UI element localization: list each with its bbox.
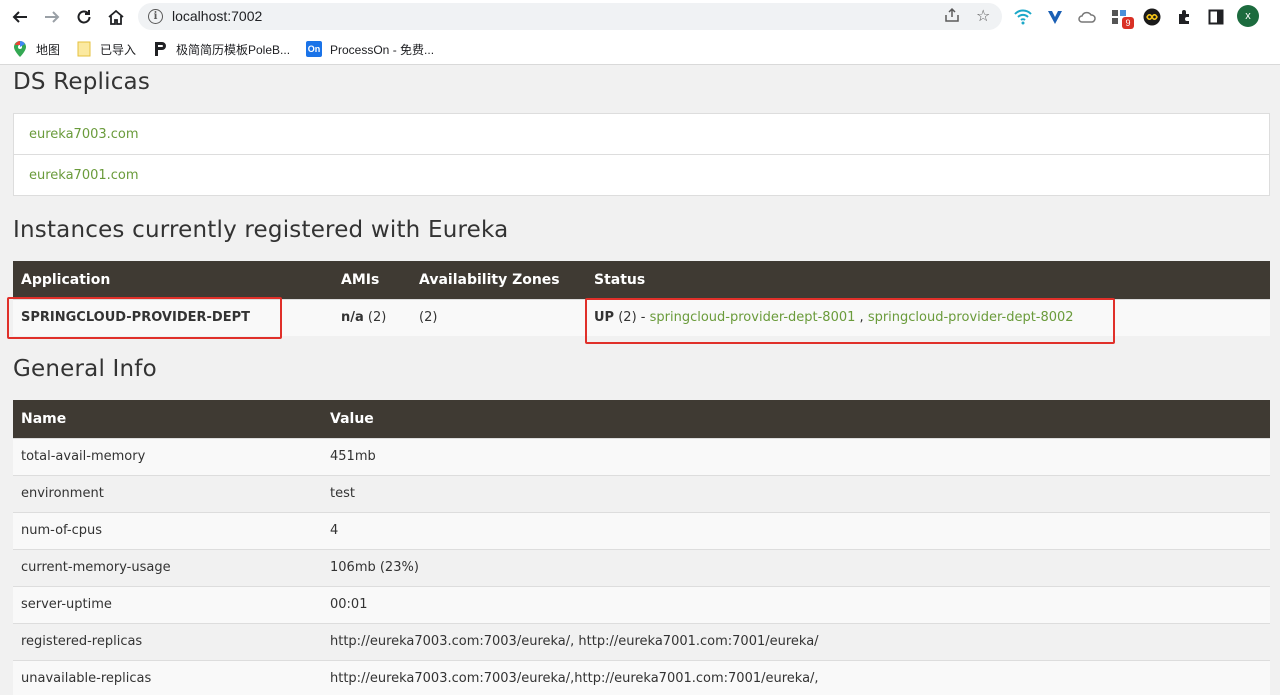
address-bar[interactable]: i localhost:7002 ☆ bbox=[138, 3, 1002, 30]
column-header-application: Application bbox=[13, 261, 333, 299]
bookmark-star-icon[interactable]: ☆ bbox=[976, 6, 990, 25]
zones-value: (2) bbox=[411, 298, 586, 336]
info-value: 106mb (23%) bbox=[322, 548, 1270, 586]
wifi-extension-icon[interactable] bbox=[1013, 7, 1033, 27]
info-name: num-of-cpus bbox=[13, 511, 322, 549]
processon-icon: On bbox=[306, 41, 322, 57]
ds-replicas-heading: DS Replicas bbox=[13, 69, 151, 95]
info-name: total-avail-memory bbox=[13, 437, 322, 475]
extension-badge: 9 bbox=[1122, 17, 1134, 29]
bookmark-imported-folder[interactable]: 已导入 bbox=[76, 40, 136, 58]
highlight-box-status bbox=[585, 298, 1115, 344]
column-header-amis: AMIs bbox=[333, 261, 411, 299]
info-value: test bbox=[322, 474, 1270, 512]
replica-link[interactable]: eureka7001.com bbox=[14, 155, 1269, 195]
amis-label: n/a bbox=[341, 310, 364, 326]
infinity-extension-icon[interactable] bbox=[1142, 7, 1162, 27]
folder-icon bbox=[76, 41, 92, 57]
maps-pin-icon bbox=[12, 41, 28, 57]
table-row: num-of-cpus 4 bbox=[13, 511, 1270, 549]
bookmark-processon[interactable]: On ProcessOn - 免费... bbox=[306, 40, 434, 58]
table-row: unavailable-replicas http://eureka7003.c… bbox=[13, 659, 1270, 695]
general-header-row: Name Value bbox=[13, 400, 1270, 438]
puzzle-extensions-icon[interactable] bbox=[1174, 7, 1194, 27]
info-value: 00:01 bbox=[322, 585, 1270, 623]
instances-header-row: Application AMIs Availability Zones Stat… bbox=[13, 261, 1270, 299]
bookmarks-bar: 地图 已导入 极简简历模板PoleB... On ProcessOn - 免费.… bbox=[0, 34, 1280, 65]
profile-avatar[interactable]: x bbox=[1237, 5, 1259, 27]
column-header-status: Status bbox=[586, 261, 1270, 299]
info-name: server-uptime bbox=[13, 585, 322, 623]
table-row: environment test bbox=[13, 474, 1270, 512]
browser-toolbar: i localhost:7002 ☆ 9 x bbox=[0, 0, 1280, 34]
table-row: current-memory-usage 106mb (23%) bbox=[13, 548, 1270, 586]
info-value: http://eureka7003.com:7003/eureka/, http… bbox=[322, 622, 1270, 660]
side-panel-icon[interactable] bbox=[1206, 7, 1226, 27]
info-value: http://eureka7003.com:7003/eureka/,http:… bbox=[322, 659, 1270, 695]
share-icon[interactable] bbox=[944, 7, 960, 27]
instances-heading: Instances currently registered with Eure… bbox=[13, 217, 509, 243]
general-info-heading: General Info bbox=[13, 356, 157, 382]
general-info-table: Name Value total-avail-memory 451mb envi… bbox=[13, 400, 1270, 695]
url-text[interactable]: localhost:7002 bbox=[172, 8, 262, 24]
info-name: registered-replicas bbox=[13, 622, 322, 660]
reload-icon[interactable] bbox=[72, 5, 96, 29]
info-value: 4 bbox=[322, 511, 1270, 549]
v-extension-icon[interactable] bbox=[1045, 7, 1065, 27]
site-info-icon[interactable]: i bbox=[148, 9, 163, 24]
highlight-box-application bbox=[7, 297, 282, 339]
replica-link[interactable]: eureka7003.com bbox=[14, 114, 1269, 155]
table-row: registered-replicas http://eureka7003.co… bbox=[13, 622, 1270, 660]
info-name: unavailable-replicas bbox=[13, 659, 322, 695]
info-name: environment bbox=[13, 474, 322, 512]
table-row: server-uptime 00:01 bbox=[13, 585, 1270, 623]
forward-arrow-icon[interactable] bbox=[40, 5, 64, 29]
column-header-zones: Availability Zones bbox=[411, 261, 586, 299]
home-icon[interactable] bbox=[104, 5, 128, 29]
info-name: current-memory-usage bbox=[13, 548, 322, 586]
table-row: total-avail-memory 451mb bbox=[13, 437, 1270, 475]
column-header-value: Value bbox=[322, 400, 1270, 438]
back-arrow-icon[interactable] bbox=[8, 5, 32, 29]
bookmark-poleb[interactable]: 极简简历模板PoleB... bbox=[152, 40, 290, 58]
column-header-name: Name bbox=[13, 400, 322, 438]
bookmark-maps[interactable]: 地图 bbox=[12, 40, 60, 58]
amis-count: (2) bbox=[367, 310, 387, 326]
info-value: 451mb bbox=[322, 437, 1270, 475]
cloud-extension-icon[interactable] bbox=[1077, 7, 1097, 27]
poleb-icon bbox=[152, 41, 168, 57]
replicas-list: eureka7003.com eureka7001.com bbox=[13, 113, 1270, 196]
